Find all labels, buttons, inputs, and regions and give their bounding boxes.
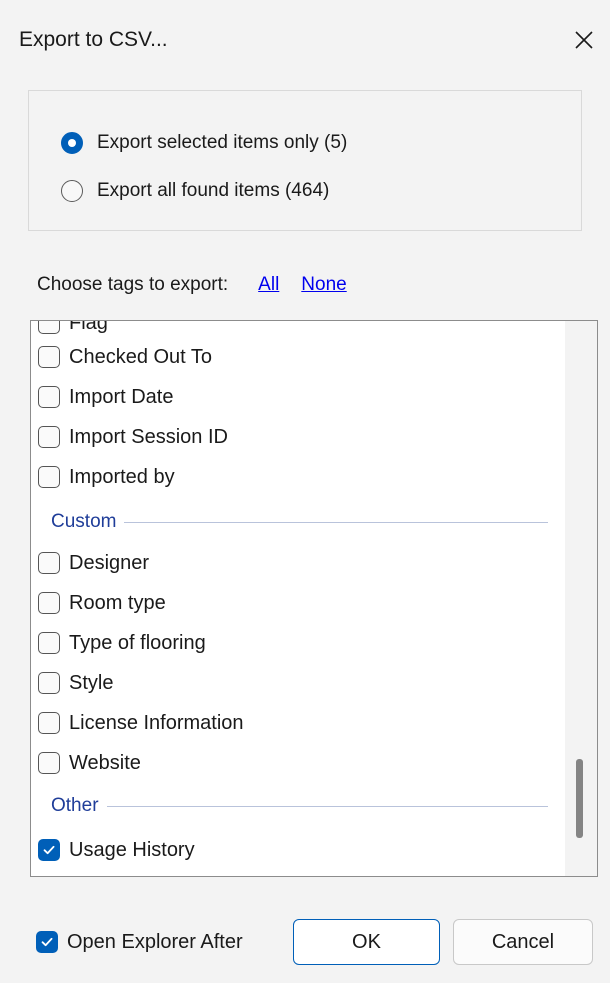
checkbox-checked-icon: [36, 931, 58, 953]
list-item-label: Import Session ID: [69, 425, 228, 448]
list-item[interactable]: Room type: [38, 588, 166, 618]
select-all-link[interactable]: All: [258, 274, 279, 296]
list-item[interactable]: Type of flooring: [38, 628, 206, 658]
list-item-label: Usage History: [69, 838, 195, 861]
list-item[interactable]: License Information: [38, 708, 244, 738]
close-button[interactable]: [566, 22, 602, 58]
ok-button[interactable]: OK: [293, 919, 440, 965]
tags-list[interactable]: Flag Checked Out To Import Date Import S…: [30, 320, 598, 877]
checkbox-unchecked-icon: [38, 346, 60, 368]
list-item[interactable]: Usage History: [38, 835, 195, 865]
list-item-label: Designer: [69, 551, 150, 574]
section-custom: Custom: [51, 509, 548, 535]
title-bar: Export to CSV...: [0, 0, 610, 80]
section-other: Other: [51, 793, 548, 819]
list-item[interactable]: Import Session ID: [38, 422, 228, 452]
select-none-link[interactable]: None: [301, 274, 346, 296]
radio-export-selected[interactable]: Export selected items only (5): [61, 128, 347, 158]
open-explorer-checkbox[interactable]: Open Explorer After: [36, 927, 243, 957]
export-scope-group: Export selected items only (5) Export al…: [28, 90, 582, 231]
list-item-label: Flag: [69, 320, 108, 334]
checkbox-unchecked-icon: [38, 672, 60, 694]
list-item-label: Checked Out To: [69, 345, 213, 368]
tags-header: Choose tags to export: All None: [37, 270, 347, 300]
dialog-title: Export to CSV...: [19, 28, 168, 51]
list-item-label: Imported by: [69, 465, 175, 488]
list-item[interactable]: Flag: [38, 320, 108, 338]
radio-export-all[interactable]: Export all found items (464): [61, 176, 329, 206]
list-item[interactable]: Imported by: [38, 462, 175, 492]
list-item[interactable]: Import Date: [38, 382, 173, 412]
list-item-label: Type of flooring: [69, 631, 206, 654]
checkbox-unchecked-icon: [38, 712, 60, 734]
section-custom-label: Custom: [51, 511, 117, 532]
radio-selected-label: Export selected items only (5): [97, 132, 348, 153]
checkbox-unchecked-icon: [38, 752, 60, 774]
checkbox-unchecked-icon: [38, 321, 60, 334]
list-item[interactable]: Designer: [38, 548, 149, 578]
scroll-thumb[interactable]: [576, 759, 583, 838]
tags-prompt: Choose tags to export:: [37, 274, 229, 295]
checkbox-unchecked-icon: [38, 386, 60, 408]
checkbox-unchecked-icon: [38, 426, 60, 448]
list-item-label: License Information: [69, 711, 244, 734]
list-item-label: Website: [69, 751, 141, 774]
checkbox-unchecked-icon: [38, 552, 60, 574]
checkbox-unchecked-icon: [38, 466, 60, 488]
close-icon: [575, 31, 593, 49]
radio-all-label: Export all found items (464): [97, 180, 330, 201]
checkbox-unchecked-icon: [38, 632, 60, 654]
section-divider: [106, 805, 548, 807]
list-item-label: Import Date: [69, 385, 174, 408]
list-scrollbar[interactable]: [565, 321, 597, 876]
section-other-label: Other: [51, 795, 99, 816]
checkbox-unchecked-icon: [38, 592, 60, 614]
open-explorer-label: Open Explorer After: [67, 930, 243, 953]
tags-list-content: Flag Checked Out To Import Date Import S…: [31, 321, 565, 876]
radio-unselected-icon: [61, 180, 83, 202]
radio-selected-icon: [61, 132, 83, 154]
section-divider: [124, 521, 548, 523]
list-item[interactable]: Style: [38, 668, 113, 698]
list-item[interactable]: Website: [38, 748, 141, 778]
cancel-button[interactable]: Cancel: [453, 919, 593, 965]
list-item[interactable]: Checked Out To: [38, 342, 212, 372]
list-item-label: Room type: [69, 591, 166, 614]
checkbox-checked-icon: [38, 839, 60, 861]
list-item-label: Style: [69, 671, 114, 694]
